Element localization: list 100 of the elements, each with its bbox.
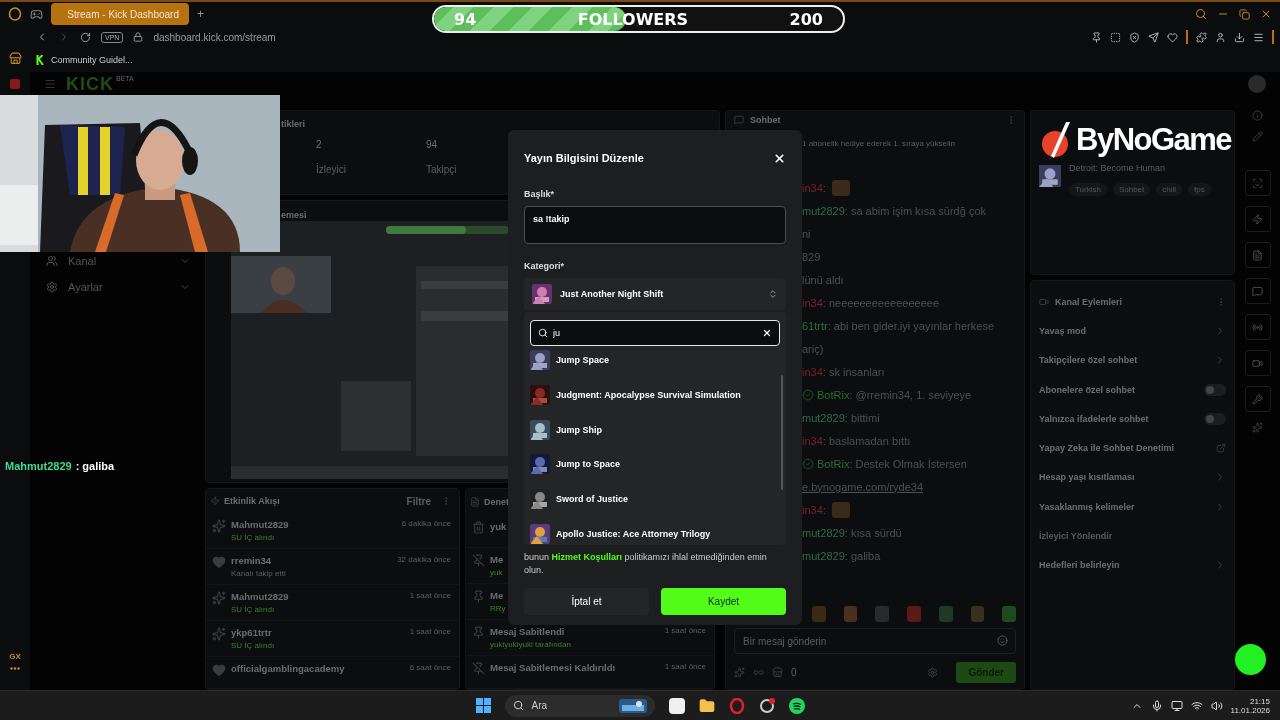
action-item[interactable]: Hedefleri belirleyin xyxy=(1039,560,1214,571)
bookmark-link[interactable]: Community Guidel... xyxy=(51,55,133,65)
pin-icon[interactable] xyxy=(1091,31,1102,43)
search-icon[interactable] xyxy=(1195,8,1207,20)
clock-time[interactable]: 21:15 xyxy=(1249,696,1270,706)
folder-icon[interactable] xyxy=(698,697,715,714)
category-select[interactable]: Just Another Night Shift xyxy=(524,278,786,310)
action-item[interactable]: Yavaş mod xyxy=(1039,325,1214,336)
opera-icon[interactable] xyxy=(728,697,745,714)
category-option[interactable]: Apollo Justice: Ace Attorney Trilogy xyxy=(530,516,780,545)
title-field[interactable]: sa !takip xyxy=(524,206,786,244)
save-button[interactable]: Kaydet xyxy=(661,588,786,615)
opera-icon[interactable] xyxy=(8,7,22,21)
category-option[interactable]: Jump to Space xyxy=(530,447,780,482)
new-tab-button[interactable]: + xyxy=(197,7,204,21)
wifi-icon[interactable] xyxy=(1190,699,1203,712)
panel-title: Sohbet xyxy=(750,115,781,125)
heart-icon[interactable] xyxy=(1167,31,1178,43)
clock-date[interactable]: 11.01.2026 xyxy=(1230,705,1270,715)
clear-icon[interactable] xyxy=(762,328,772,338)
nav-item[interactable]: Kanal xyxy=(44,250,191,272)
windows-icon[interactable] xyxy=(475,698,491,713)
more-icon[interactable] xyxy=(10,667,20,670)
shop-icon[interactable] xyxy=(8,52,22,65)
time-ago: 1 saat önce xyxy=(664,662,706,671)
category-option[interactable]: Judgment: Apocalypse Survival Simulation xyxy=(530,377,780,413)
chat-icon xyxy=(734,115,744,125)
download-icon[interactable] xyxy=(1234,31,1245,43)
address-field[interactable]: dashboard.kick.com/stream xyxy=(153,31,276,43)
pin-icon xyxy=(472,590,485,603)
chat-username[interactable]: mut2829 xyxy=(802,411,845,424)
category-option[interactable]: Jump Space xyxy=(530,343,780,378)
scrollbar[interactable] xyxy=(781,375,783,490)
chat-message: : xyxy=(822,503,826,516)
emote-icon[interactable] xyxy=(1002,606,1017,622)
cancel-button[interactable]: İptal et xyxy=(524,588,649,615)
broadcast-icon xyxy=(1252,321,1263,333)
action-item[interactable]: Yalnızca ifadelerle sohbet xyxy=(1039,413,1204,424)
panel-title: Kanal Eylemleri xyxy=(1055,296,1124,307)
moderation-detail: yuk xyxy=(490,568,503,577)
gamepad-icon[interactable] xyxy=(30,7,43,21)
goal-current: 94 xyxy=(454,9,477,29)
emoji-icon[interactable] xyxy=(997,635,1008,646)
extensions-icon[interactable] xyxy=(1196,31,1207,43)
field-label: Kategori* xyxy=(524,260,565,272)
chat-username[interactable]: 61trtr xyxy=(802,319,828,332)
scan-icon xyxy=(1252,177,1263,189)
category-search-field[interactable]: ju xyxy=(530,320,780,346)
moderation-detail: RRy xyxy=(490,604,506,613)
message-field[interactable]: Bir mesaj gönderin xyxy=(734,628,1016,654)
toggle-switch[interactable] xyxy=(1204,383,1226,396)
action-item[interactable]: Abonelere özel sohbet xyxy=(1039,384,1204,395)
browser-tab[interactable]: Stream - Kick Dashboard xyxy=(51,3,189,25)
mic-icon[interactable] xyxy=(1150,699,1163,712)
nav-item[interactable]: Ayarlar xyxy=(44,276,191,298)
app-icon[interactable] xyxy=(758,697,775,714)
snapshot-icon[interactable] xyxy=(1110,31,1121,43)
reload-icon[interactable] xyxy=(80,31,91,43)
activity-detail: Kanalı takip etti xyxy=(231,569,286,579)
category-option[interactable]: Jump Ship xyxy=(530,412,780,448)
taskbar-search[interactable]: Ara xyxy=(504,694,655,717)
tag: Turkish xyxy=(1069,183,1107,196)
user-name: ykp61trtr xyxy=(231,627,272,639)
verified-icon xyxy=(802,388,814,401)
close-icon[interactable] xyxy=(1260,8,1272,20)
action-item[interactable]: Yapay Zeka ile Sohbet Denetimi xyxy=(1039,443,1216,454)
kick-logo[interactable]: KICK xyxy=(66,73,114,95)
toggle-switch[interactable] xyxy=(1204,412,1226,425)
chat-message: ni xyxy=(802,227,811,240)
panel-title: Etkinlik Akışı xyxy=(224,496,280,507)
volume-icon[interactable] xyxy=(1210,699,1223,712)
app-icon[interactable] xyxy=(668,697,685,714)
infinity-icon xyxy=(753,667,764,678)
terms-link[interactable]: Hizmet Koşulları xyxy=(551,552,623,562)
menu-icon[interactable] xyxy=(1253,31,1264,43)
user-name: officialgamblingacademy xyxy=(231,663,345,675)
category-name: Detroit: Become Human xyxy=(1069,163,1166,173)
filter-button[interactable]: Filtre xyxy=(406,495,431,507)
action-item[interactable]: Hesap yaşı kısıtlaması xyxy=(1039,472,1214,483)
bolt-icon xyxy=(1252,213,1263,225)
close-icon[interactable] xyxy=(773,151,786,165)
stat-value: 94 xyxy=(426,139,439,150)
chat-username[interactable]: mut2829 xyxy=(802,549,845,562)
action-item[interactable]: Yasaklanmış kelimeler xyxy=(1039,501,1214,512)
music-app-icon[interactable] xyxy=(788,697,805,714)
gx-label[interactable]: GX xyxy=(9,652,21,661)
send-icon[interactable] xyxy=(1148,31,1159,43)
chat-username[interactable]: mut2829 xyxy=(802,204,845,217)
chat-message: lünü aldı xyxy=(802,273,844,286)
heart-icon xyxy=(212,663,226,678)
profile-icon[interactable] xyxy=(1215,31,1226,43)
chat-message: : galiba xyxy=(844,549,881,562)
restore-icon[interactable] xyxy=(1239,8,1250,20)
chat-username[interactable]: mut2829 xyxy=(802,526,845,539)
up-down-icon xyxy=(768,289,778,299)
action-item[interactable]: Takipçilere özel sohbet xyxy=(1039,355,1214,366)
monitor-icon[interactable] xyxy=(1170,699,1183,712)
panel-title: Denet xyxy=(484,497,509,507)
category-option[interactable]: Sword of Justice xyxy=(530,481,780,517)
chat-link[interactable]: e.bynogame.com/ryde34 xyxy=(802,480,924,493)
